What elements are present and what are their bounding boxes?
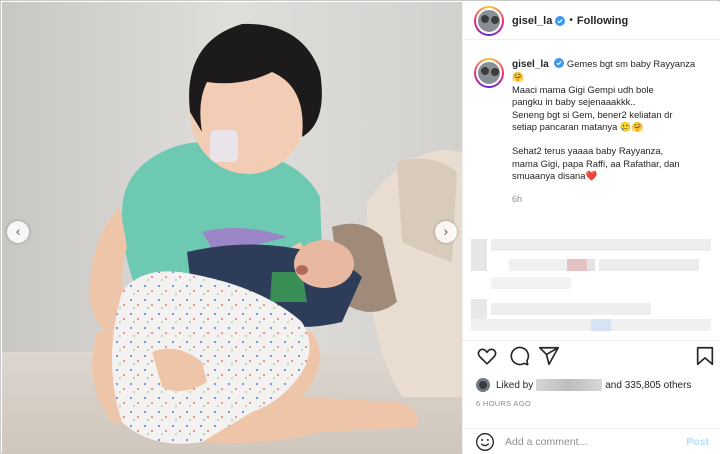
instagram-post-frame: ‹ › gisel_la • Following gisel_la Gemes …	[0, 0, 720, 454]
caption-text: Gemes bgt sm baby Rayyanza	[566, 58, 696, 69]
likes-summary[interactable]: Liked by and 335,805 others	[476, 378, 691, 392]
separator-dot: •	[569, 15, 573, 26]
bookmark-icon[interactable]	[694, 345, 716, 367]
likes-prefix: Liked by	[496, 379, 534, 391]
caption-text: Sehat2 terus yaaaa baby Rayyanza,	[512, 145, 664, 157]
verified-badge-icon	[555, 15, 566, 26]
caption-text: 🤗	[512, 71, 524, 83]
next-photo-button[interactable]: ›	[435, 221, 457, 243]
previous-photo-button[interactable]: ‹	[7, 221, 29, 243]
caption-text: pangku in baby sejenaaakkk..	[512, 96, 636, 108]
censored-liker-name	[536, 379, 603, 391]
likes-count[interactable]: and 335,805 others	[605, 380, 691, 391]
caption-timestamp: 6h	[512, 193, 523, 204]
emoji-icon[interactable]	[475, 432, 495, 452]
comment-input[interactable]	[505, 435, 675, 448]
avatar[interactable]	[474, 5, 504, 36]
post-side-panel: gisel_la • Following gisel_la Gemes bgt …	[462, 2, 720, 454]
post-caption: gisel_la Gemes bgt sm baby Rayyanza 🤗 Ma…	[474, 58, 718, 205]
censored-comments	[463, 233, 720, 339]
post-comment-button[interactable]: Post	[686, 436, 709, 448]
post-photo[interactable]: ‹ ›	[2, 2, 462, 454]
share-icon[interactable]	[538, 345, 560, 367]
caption-text: Maaci mama Gigi Gempi udh bole	[512, 83, 654, 95]
caption-text: Seneng bgt si Gem, bener2 keliatan dr	[512, 108, 673, 120]
photo-illustration	[2, 2, 462, 454]
liker-avatar	[476, 378, 490, 392]
verified-badge-icon	[554, 58, 565, 68]
caption-text: setiap pancaran matanya 🥲🤗	[512, 121, 644, 133]
post-actions: Liked by and 335,805 others 6 HOURS AGO	[463, 340, 720, 436]
chevron-right-icon: ›	[443, 224, 449, 240]
post-header: gisel_la • Following	[463, 2, 720, 40]
add-comment-bar: Post	[463, 428, 720, 454]
heart-icon[interactable]	[476, 345, 498, 367]
following-button[interactable]: Following	[577, 15, 628, 27]
username-link[interactable]: gisel_la	[512, 15, 552, 27]
caption-username-link[interactable]: gisel_la	[512, 59, 549, 70]
post-timestamp: 6 HOURS AGO	[476, 399, 531, 408]
comment-icon[interactable]	[508, 345, 530, 367]
caption-text: mama Gigi, papa Raffi, aa Rafathar, dan	[512, 157, 680, 169]
chevron-left-icon: ‹	[15, 224, 21, 240]
caption-avatar[interactable]	[474, 58, 504, 88]
caption-text: smuaanya disana❤️	[512, 170, 598, 182]
